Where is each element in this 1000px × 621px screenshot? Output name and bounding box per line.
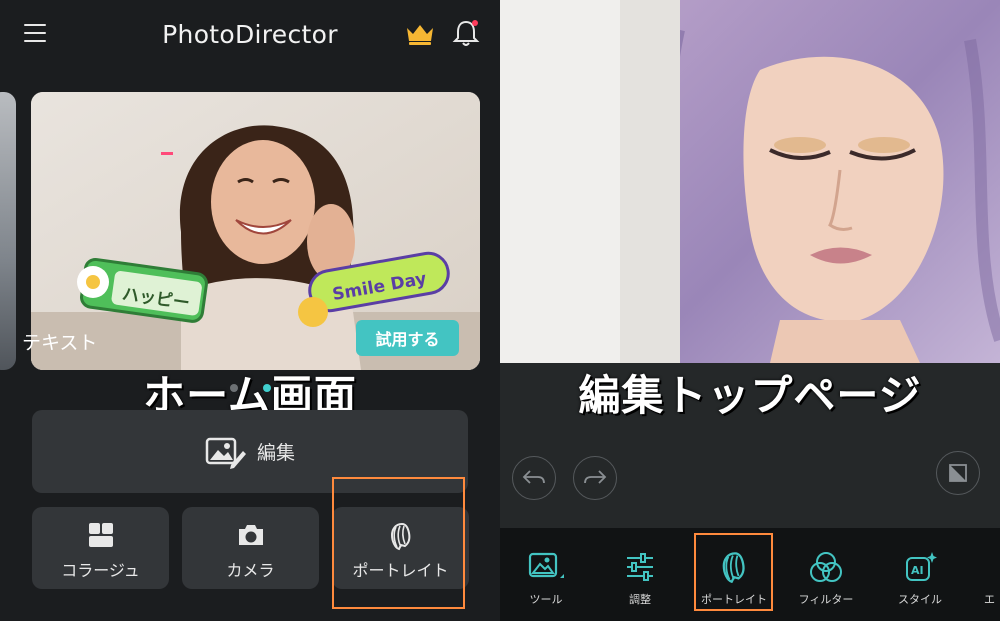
tool-style-label: スタイル [898,593,942,606]
svg-text:AI: AI [911,564,924,577]
undo-button[interactable] [512,456,556,500]
home-screen: PhotoDirector ハッピー Smile Day テキスト 試用する ホ… [0,0,500,621]
tool-filter[interactable]: フィルター [786,528,866,621]
tool-effect-label: エ [984,593,995,606]
collage-label: コラージュ [61,561,140,580]
redo-button[interactable] [573,456,617,500]
camera-tile[interactable]: カメラ [182,507,319,589]
compare-icon [949,464,967,482]
hero-caption: テキスト [22,332,98,354]
camera-icon [238,525,263,545]
edit-photo [500,0,1000,363]
tool-tools-label: ツール [529,593,563,606]
crown-icon[interactable] [405,22,435,46]
notification-dot [472,20,478,26]
photo-edit-icon [205,437,246,469]
ai-style-icon: AI [906,552,937,581]
try-button[interactable]: 試用する [356,320,459,356]
portrait-tool-highlight-box [694,533,773,611]
tool-adjust[interactable]: 調整 [600,528,680,621]
tools-icon [528,552,564,578]
redo-icon [584,470,607,484]
app-header: PhotoDirector [0,0,500,72]
prev-carousel-card[interactable] [0,92,16,370]
screenshot-composite: PhotoDirector ハッピー Smile Day テキスト 試用する ホ… [0,0,1000,621]
camera-label: カメラ [226,561,275,580]
edit-button-label: 編集 [256,442,295,464]
collage-icon [88,523,113,547]
tool-filter-label: フィルター [798,593,854,606]
collage-tile[interactable]: コラージュ [32,507,169,589]
sliders-icon [627,553,653,581]
tool-style[interactable]: AI スタイル [880,528,960,621]
tool-tools[interactable]: ツール [506,528,586,621]
undo-icon [522,470,545,484]
compare-button[interactable] [936,451,980,495]
tool-adjust-label: 調整 [629,593,651,606]
bell-icon[interactable] [452,18,480,48]
edit-screen: 編集トップページ ツール 調整 ポートレイト フィルター AI スタイル エ [500,0,1000,621]
edit-screen-label: 編集トップページ [578,371,922,420]
filter-icon [810,552,842,582]
tool-effect[interactable]: エ [970,528,1000,621]
portrait-highlight-box [332,477,465,609]
